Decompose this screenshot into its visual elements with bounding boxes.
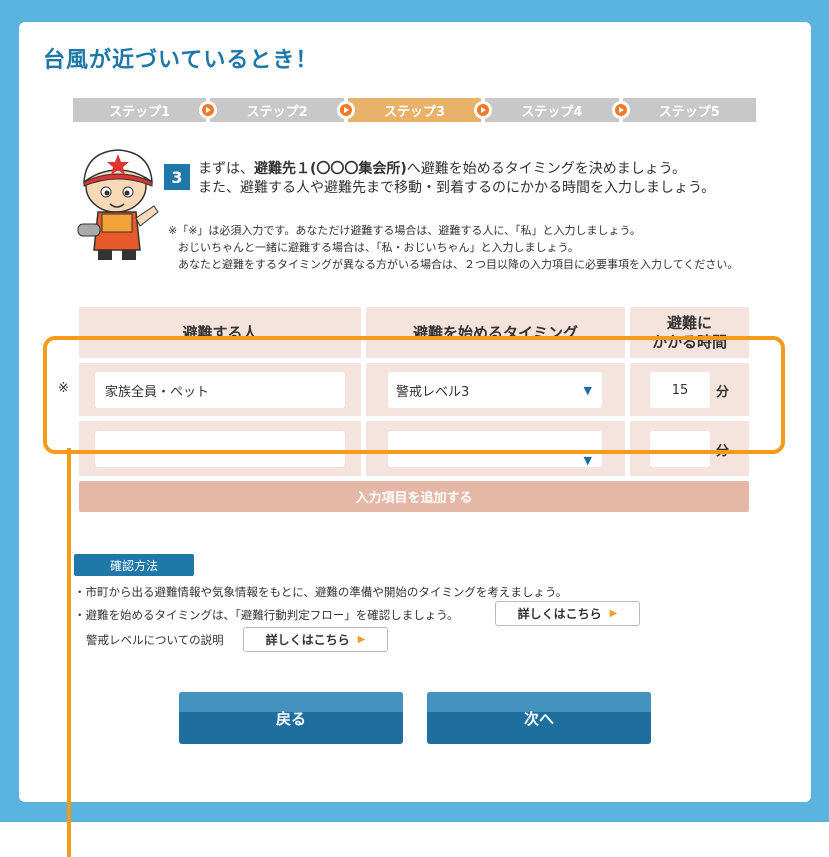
step-5: ステップ5: [622, 98, 757, 122]
input-notes: ※「※」は必須入力です。あなただけ避難する場合は、避難する人に、「私」と入力しま…: [168, 224, 739, 271]
triangle-right-icon: ▶: [357, 634, 366, 645]
confirm-line-1: ・市町から出る避難情報や気象情報をもとに、避難の準備や開始のタイミングを考えまし…: [74, 585, 568, 599]
page-title: 台風が近づいているとき！: [43, 48, 319, 73]
triangle-down-icon: ▼: [583, 453, 592, 467]
step-number-badge: 3: [164, 164, 190, 190]
triangle-right-icon: ▶: [609, 608, 618, 619]
confirm-line-3: 警戒レベルについての説明: [86, 633, 224, 647]
intro-text: まずは、避難先１(〇〇〇集会所)へ避難を始めるタイミングを決めましょう。 また、…: [198, 161, 716, 196]
step-3-current: ステップ3: [347, 98, 493, 122]
play-circle-icon: [336, 101, 355, 119]
play-circle-icon: [611, 101, 630, 119]
detail-flow-button[interactable]: 詳しくはこちら ▶: [495, 601, 640, 626]
step-2: ステップ2: [210, 98, 355, 122]
callout-line: [67, 448, 71, 857]
mascot-icon: [77, 149, 159, 260]
next-button[interactable]: 次へ: [427, 692, 651, 744]
confirm-line-2: ・避難を始めるタイミングは、「避難行動判定フロー」を確認しましょう。: [74, 608, 459, 622]
add-entry-button[interactable]: 入力項目を追加する: [79, 481, 749, 512]
step-4: ステップ4: [485, 98, 630, 122]
confirm-method-tag: 確認方法: [74, 554, 194, 576]
step-progress: ステップ1 ステップ2 ステップ3 ステップ4 ステップ5: [73, 98, 757, 122]
back-button[interactable]: 戻る: [179, 692, 403, 744]
step-1: ステップ1: [73, 98, 218, 122]
highlight-frame: [43, 336, 785, 454]
detail-level-button[interactable]: 詳しくはこちら ▶: [243, 627, 388, 652]
